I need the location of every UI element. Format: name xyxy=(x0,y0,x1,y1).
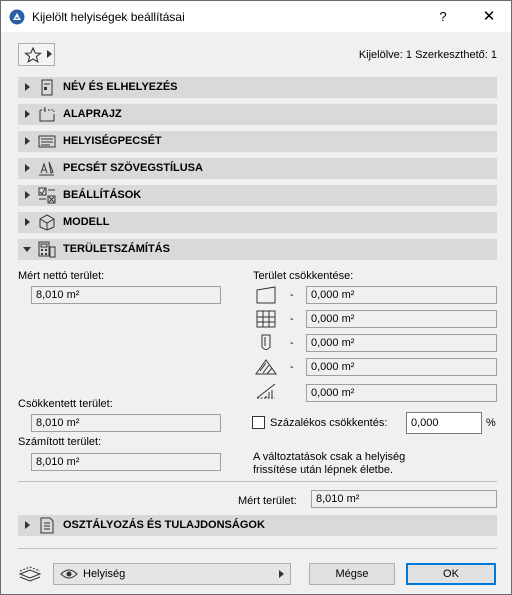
text-style-icon xyxy=(39,161,54,176)
model-icon xyxy=(39,214,55,231)
reduced-area-label: Csökkentett terület: xyxy=(18,398,113,410)
zone-stamp-icon xyxy=(38,135,56,148)
section-area-calculation[interactable]: TERÜLETSZÁMÍTÁS xyxy=(18,239,497,260)
reduction-dash: - xyxy=(290,361,294,373)
eye-icon xyxy=(60,569,78,579)
calculated-area-label: Számított terület: xyxy=(18,436,102,448)
expand-arrow-icon xyxy=(25,137,30,145)
sloped-area-reduction-field: 0,000 m² xyxy=(306,384,497,402)
layer-dropdown-value: Helyiség xyxy=(83,568,126,580)
divider xyxy=(18,548,497,549)
section-title: OSZTÁLYOZÁS ÉS TULAJDONSÁGOK xyxy=(63,519,265,531)
expand-arrow-icon xyxy=(25,110,30,118)
wall-inset-icon xyxy=(256,310,276,328)
section-title: MODELL xyxy=(63,216,110,228)
ok-button[interactable]: OK xyxy=(406,563,496,585)
divider xyxy=(18,481,497,482)
update-note-line: frissítése után lépnek életbe. xyxy=(253,464,394,476)
sloped-area-icon xyxy=(256,383,276,399)
section-classification-properties[interactable]: OSZTÁLYOZÁS ÉS TULAJDONSÁGOK xyxy=(18,515,497,536)
classification-icon xyxy=(40,517,54,534)
section-floor-plan[interactable]: ALAPRAJZ xyxy=(18,104,497,125)
name-position-icon xyxy=(41,79,53,96)
section-title: PECSÉT SZÖVEGSTÍLUSA xyxy=(63,162,203,174)
dialog-window: Kijelölt helyiségek beállításai ? ✕ Kije… xyxy=(0,0,512,595)
low-ceiling-icon xyxy=(256,286,276,304)
close-button[interactable]: ✕ xyxy=(479,7,499,27)
title-bar: Kijelölt helyiségek beállításai ? ✕ xyxy=(1,1,511,32)
update-note-line: A változtatások csak a helyiség xyxy=(253,451,406,463)
cancel-button[interactable]: Mégse xyxy=(309,563,395,585)
expand-arrow-icon xyxy=(25,218,30,226)
window-title: Kijelölt helyiségek beállításai xyxy=(32,10,185,24)
favorites-button[interactable] xyxy=(18,43,55,66)
column-reduction-field: 0,000 m² xyxy=(306,334,497,352)
layer-icon[interactable] xyxy=(18,564,42,582)
section-title: HELYISÉGPECSÉT xyxy=(63,135,162,147)
section-zone-stamp[interactable]: HELYISÉGPECSÉT xyxy=(18,131,497,152)
measured-net-area-label: Mért nettó terület: xyxy=(18,270,105,282)
section-stamp-text-style[interactable]: PECSÉT SZÖVEGSTÍLUSA xyxy=(18,158,497,179)
measured-area-label: Mért terület: xyxy=(238,495,297,507)
expand-arrow-icon xyxy=(25,83,30,91)
help-button[interactable]: ? xyxy=(433,7,453,27)
reduced-area-field: 8,010 m² xyxy=(31,414,221,432)
update-note: A változtatások csak a helyiség frissíté… xyxy=(253,451,473,477)
area-calculation-icon xyxy=(38,241,56,258)
settings-icon xyxy=(38,187,56,204)
percent-reduction-checkbox[interactable] xyxy=(252,416,265,429)
section-title: ALAPRAJZ xyxy=(63,108,122,120)
fill-icon xyxy=(255,359,277,375)
section-name-position[interactable]: NÉV ÉS ELHELYEZÉS xyxy=(18,77,497,98)
percent-reduction-label: Százalékos csökkentés: xyxy=(270,417,388,429)
expand-arrow-icon xyxy=(25,164,30,172)
section-settings[interactable]: BEÁLLÍTÁSOK xyxy=(18,185,497,206)
collapse-arrow-icon xyxy=(23,247,31,252)
percent-unit: % xyxy=(486,417,496,429)
expand-arrow-icon xyxy=(25,191,30,199)
area-reductions-label: Terület csökkentése: xyxy=(253,270,354,282)
measured-net-area-field: 8,010 m² xyxy=(31,286,221,304)
section-title: NÉV ÉS ELHELYEZÉS xyxy=(63,81,178,93)
favorites-dropdown-arrow-icon xyxy=(47,50,52,58)
dropdown-arrow-icon xyxy=(279,570,284,578)
reduction-dash: - xyxy=(290,337,294,349)
archicad-app-icon xyxy=(9,9,25,25)
section-title: BEÁLLÍTÁSOK xyxy=(63,189,142,201)
expand-arrow-icon xyxy=(25,521,30,529)
layer-dropdown[interactable]: Helyiség xyxy=(53,563,291,585)
floor-plan-icon xyxy=(39,107,55,122)
reduction-dash: - xyxy=(290,289,294,301)
fill-reduction-field: 0,000 m² xyxy=(306,358,497,376)
section-title: TERÜLETSZÁMÍTÁS xyxy=(63,243,170,255)
section-model[interactable]: MODELL xyxy=(18,212,497,233)
star-icon xyxy=(24,47,42,63)
selection-info: Kijelölve: 1 Szerkeszthető: 1 xyxy=(358,49,497,61)
percent-reduction-input[interactable]: 0,000 xyxy=(406,412,482,434)
measured-area-field: 8,010 m² xyxy=(311,490,497,508)
reduction-dash: - xyxy=(290,313,294,325)
column-icon xyxy=(261,334,271,350)
wall-inset-reduction-field: 0,000 m² xyxy=(306,310,497,328)
low-ceiling-reduction-field: 0,000 m² xyxy=(306,286,497,304)
calculated-area-field: 8,010 m² xyxy=(31,453,221,471)
